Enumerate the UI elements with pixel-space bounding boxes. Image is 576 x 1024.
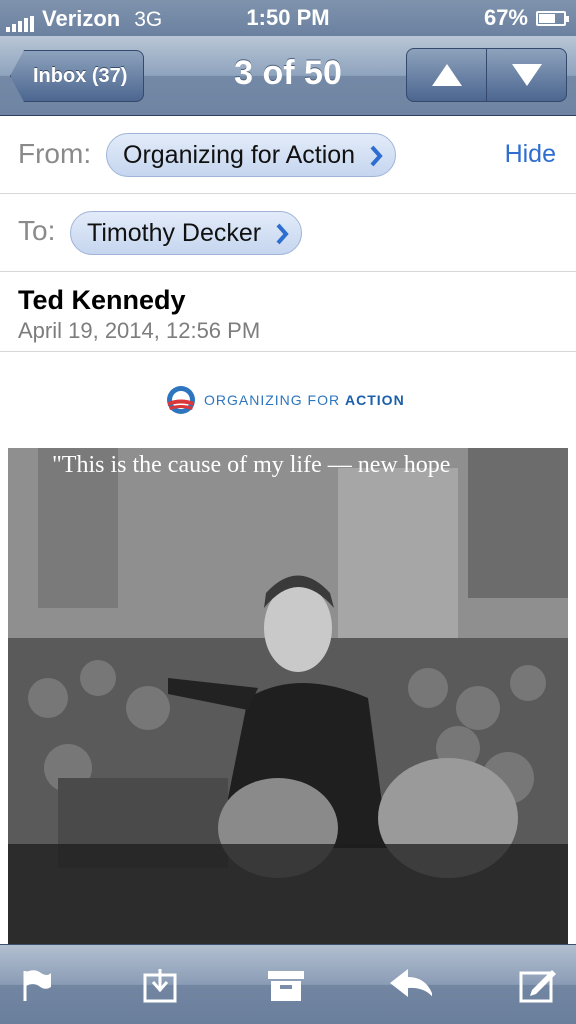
reply-button[interactable] bbox=[388, 965, 432, 1005]
sender-chip[interactable]: Organizing for Action bbox=[106, 133, 397, 177]
archive-icon bbox=[268, 971, 304, 1001]
inbox-back-button[interactable]: Inbox (37) bbox=[10, 50, 145, 102]
move-button[interactable] bbox=[138, 965, 182, 1005]
hide-details-link[interactable]: Hide bbox=[505, 140, 556, 169]
chevron-right-icon bbox=[370, 145, 383, 167]
quote-text: "This is the cause of my life — new hope bbox=[52, 452, 451, 478]
flag-button[interactable] bbox=[14, 965, 58, 1005]
compose-button[interactable] bbox=[516, 965, 560, 1005]
archive-button[interactable] bbox=[264, 965, 308, 1005]
message-position-title: 3 of 50 bbox=[234, 54, 342, 92]
logo-text: ORGANIZING FOR ACTION bbox=[204, 392, 405, 408]
move-to-folder-icon bbox=[143, 969, 177, 1003]
logo-text-prefix: ORGANIZING FOR bbox=[204, 392, 341, 408]
previous-message-button[interactable] bbox=[407, 49, 486, 101]
subject-row: Ted Kennedy April 19, 2014, 12:56 PM bbox=[0, 272, 576, 352]
arrow-up-icon bbox=[431, 64, 462, 86]
from-row: From: Organizing for Action Hide bbox=[0, 117, 576, 194]
sender-name: Organizing for Action bbox=[123, 141, 356, 169]
navigation-bar: Inbox (37) 3 of 50 bbox=[0, 36, 576, 116]
battery-icon bbox=[536, 10, 569, 26]
compose-icon bbox=[519, 970, 556, 1003]
message-subject: Ted Kennedy bbox=[18, 285, 186, 315]
arrow-down-icon bbox=[511, 64, 542, 86]
flag-icon bbox=[23, 970, 51, 1001]
recipient-name: Timothy Decker bbox=[87, 219, 262, 247]
ofa-logo: ORGANIZING FOR ACTION bbox=[166, 385, 405, 415]
chevron-right-icon bbox=[276, 223, 289, 245]
recipient-chip[interactable]: Timothy Decker bbox=[70, 211, 303, 255]
battery-fill bbox=[539, 13, 556, 23]
logo-text-emphasis: ACTION bbox=[345, 392, 405, 408]
quote-overlay bbox=[8, 844, 568, 944]
status-bar: Verizon 3G 1:50 PM 67% bbox=[0, 0, 576, 36]
to-row: To: Timothy Decker bbox=[0, 194, 576, 272]
next-message-button[interactable] bbox=[486, 49, 566, 101]
reply-icon bbox=[390, 969, 432, 997]
to-label: To: bbox=[18, 215, 56, 246]
message-date: April 19, 2014, 12:56 PM bbox=[18, 318, 261, 343]
battery-percent: 67% bbox=[483, 5, 528, 30]
ofa-emblem-icon bbox=[167, 386, 195, 414]
bottom-toolbar bbox=[0, 944, 576, 1024]
battery-group: 67% bbox=[483, 5, 569, 31]
hero-photo bbox=[8, 448, 568, 944]
message-nav-control bbox=[406, 48, 567, 102]
from-label: From: bbox=[18, 138, 92, 169]
